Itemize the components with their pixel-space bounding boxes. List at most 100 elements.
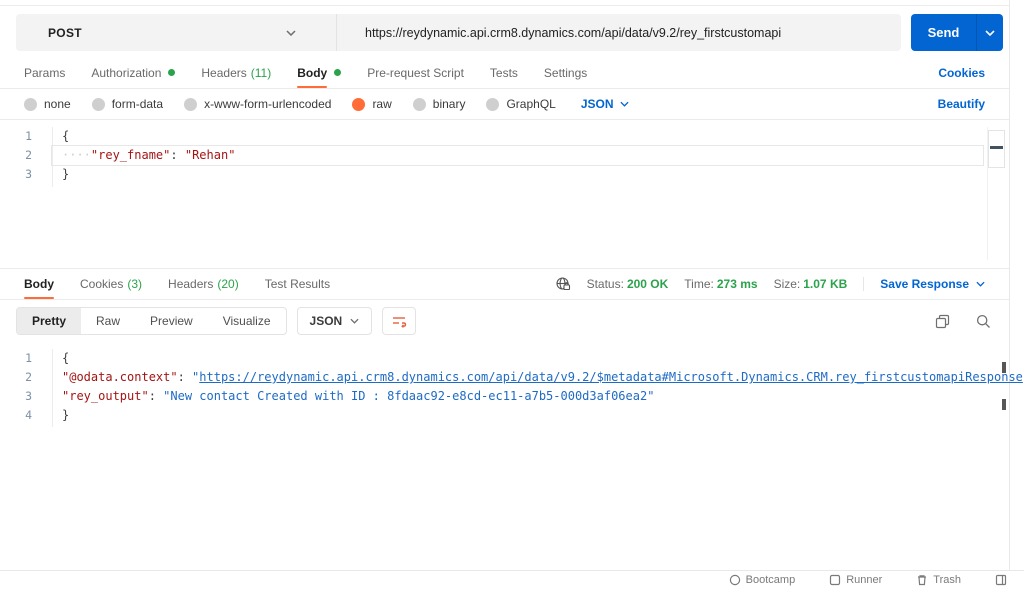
- view-tab-raw-label: Raw: [96, 314, 121, 328]
- code-line: 2 "@odata.context": "https://reydynamic.…: [0, 368, 1024, 387]
- console-panel-button[interactable]: [995, 574, 1012, 586]
- response-tab-cookies[interactable]: Cookies (3): [80, 269, 142, 299]
- view-tab-preview[interactable]: Preview: [135, 308, 208, 334]
- code-line: 2 ····"rey_fname": "Rehan": [0, 145, 984, 166]
- editor-minimap[interactable]: [987, 127, 1005, 260]
- code-line: 3 }: [0, 165, 983, 184]
- size-badge: Size: 1.07 KB: [774, 277, 848, 291]
- trash-button[interactable]: Trash: [916, 574, 961, 586]
- response-tab-headers[interactable]: Headers (20): [168, 269, 239, 299]
- radio-icon: [24, 97, 37, 111]
- radio-icon: [184, 97, 198, 111]
- body-mode-raw[interactable]: raw: [352, 97, 392, 111]
- whitespace-dots: ····: [62, 148, 91, 162]
- body-mode-graphql[interactable]: GraphQL: [486, 97, 556, 111]
- response-tab-test-results[interactable]: Test Results: [265, 269, 330, 299]
- code-token: {: [62, 129, 70, 143]
- status-label: Status:: [586, 277, 624, 291]
- json-value: "New contact Created with ID : 8fdaac92-…: [163, 389, 655, 403]
- body-mode-none-label: none: [44, 97, 71, 111]
- tab-params[interactable]: Params: [24, 57, 65, 88]
- url-control: POST https://reydynamic.api.crm8.dynamic…: [16, 14, 901, 51]
- bootcamp-button[interactable]: Bootcamp: [729, 574, 795, 586]
- request-code: 1 { 2 ····"rey_fname": "Rehan" 3 }: [0, 127, 984, 184]
- cookies-link[interactable]: Cookies: [938, 57, 985, 88]
- minimap-viewport: [988, 130, 1005, 168]
- green-dot: [334, 69, 342, 76]
- code-token: :: [177, 370, 193, 384]
- body-mode-urlencoded[interactable]: x-www-form-urlencoded: [184, 97, 331, 111]
- body-mode-row: none form-data x-www-form-urlencoded raw…: [0, 89, 1009, 119]
- beautify-link[interactable]: Beautify: [938, 97, 985, 111]
- body-mode-form-data[interactable]: form-data: [91, 97, 163, 111]
- tab-body[interactable]: Body: [297, 57, 342, 88]
- cookies-link-label: Cookies: [938, 65, 985, 80]
- view-tab-visualize[interactable]: Visualize: [208, 308, 286, 334]
- chevron-down-icon: [619, 101, 629, 107]
- url-input[interactable]: https://reydynamic.api.crm8.dynamics.com…: [336, 14, 901, 51]
- runner-label: Runner: [846, 574, 883, 586]
- response-headers-count: (20): [217, 277, 239, 291]
- tab-settings[interactable]: Settings: [544, 57, 587, 88]
- runner-button[interactable]: Runner: [829, 574, 882, 586]
- request-body-editor[interactable]: 1 { 2 ····"rey_fname": "Rehan" 3 }: [0, 119, 1009, 268]
- line-number: 2: [25, 148, 32, 162]
- body-mode-graphql-label: GraphQL: [506, 97, 556, 111]
- response-tab-body-label: Body: [24, 277, 54, 299]
- line-number: 2: [25, 370, 32, 384]
- body-mode-binary[interactable]: binary: [412, 97, 466, 111]
- view-tab-raw[interactable]: Raw: [81, 308, 135, 334]
- response-tab-cookies-label: Cookies: [80, 277, 124, 291]
- runner-icon: [830, 574, 841, 586]
- radio-icon: [91, 97, 105, 111]
- tab-authorization-label: Authorization: [91, 65, 162, 80]
- line-number: 3: [25, 389, 32, 403]
- chevron-down-icon: [286, 29, 296, 36]
- send-button[interactable]: Send: [911, 14, 1003, 51]
- json-key: "rey_output": [62, 389, 149, 403]
- minimap-content-mark: [990, 146, 1003, 149]
- code-token: :: [170, 148, 185, 162]
- size-value: 1.07 KB: [803, 277, 848, 291]
- response-tab-headers-label: Headers: [168, 277, 214, 291]
- url-text: https://reydynamic.api.crm8.dynamics.com…: [365, 25, 782, 40]
- response-code: 1 { 2 "@odata.context": "https://reydyna…: [0, 349, 1024, 425]
- tab-headers[interactable]: Headers (11): [201, 57, 271, 88]
- copy-button[interactable]: [935, 314, 950, 329]
- method-select[interactable]: POST: [16, 14, 336, 51]
- trash-label: Trash: [933, 574, 961, 586]
- chevron-down-icon: [985, 29, 995, 36]
- radio-selected-icon: [352, 97, 366, 111]
- wrap-text-button[interactable]: [382, 307, 417, 335]
- send-options-button[interactable]: [976, 14, 1003, 51]
- raw-format-select[interactable]: JSON: [581, 97, 629, 111]
- body-mode-none[interactable]: none: [24, 97, 71, 111]
- tab-pre-request-script[interactable]: Pre-request Script: [367, 57, 464, 88]
- response-meta: Status: 200 OK Time: 273 ms Size: 1.07 KB S…: [555, 269, 985, 299]
- wrap-text-icon: [392, 316, 406, 328]
- code-token: :: [148, 389, 164, 403]
- body-mode-binary-label: binary: [432, 97, 466, 111]
- method-label: POST: [48, 25, 82, 40]
- tab-authorization[interactable]: Authorization: [91, 57, 176, 88]
- network-globe-lock-icon[interactable]: [555, 276, 571, 292]
- response-format-select[interactable]: JSON: [296, 307, 373, 335]
- line-number: 1: [25, 351, 32, 365]
- response-body-viewer[interactable]: 1 { 2 "@odata.context": "https://reydyna…: [0, 342, 1024, 570]
- response-tab-body[interactable]: Body: [24, 269, 54, 299]
- code-token: {: [62, 351, 70, 365]
- view-tab-visualize-label: Visualize: [222, 314, 271, 328]
- save-response-button[interactable]: Save Response: [863, 277, 985, 291]
- response-view-tabs: Pretty Raw Preview Visualize: [16, 307, 287, 335]
- green-dot: [168, 69, 176, 76]
- odata-context-link[interactable]: https://reydynamic.api.crm8.dynamics.com…: [199, 370, 1023, 384]
- view-tab-preview-label: Preview: [150, 314, 193, 328]
- tab-tests-label: Tests: [489, 65, 518, 80]
- status-value: 200 OK: [626, 277, 669, 291]
- search-button[interactable]: [976, 314, 991, 329]
- view-tab-pretty[interactable]: Pretty: [17, 308, 82, 334]
- tab-tests[interactable]: Tests: [490, 57, 518, 88]
- beautify-link-label: Beautify: [937, 97, 985, 111]
- current-line: ····"rey_fname": "Rehan": [51, 145, 984, 166]
- chevron-down-icon: [976, 281, 985, 287]
